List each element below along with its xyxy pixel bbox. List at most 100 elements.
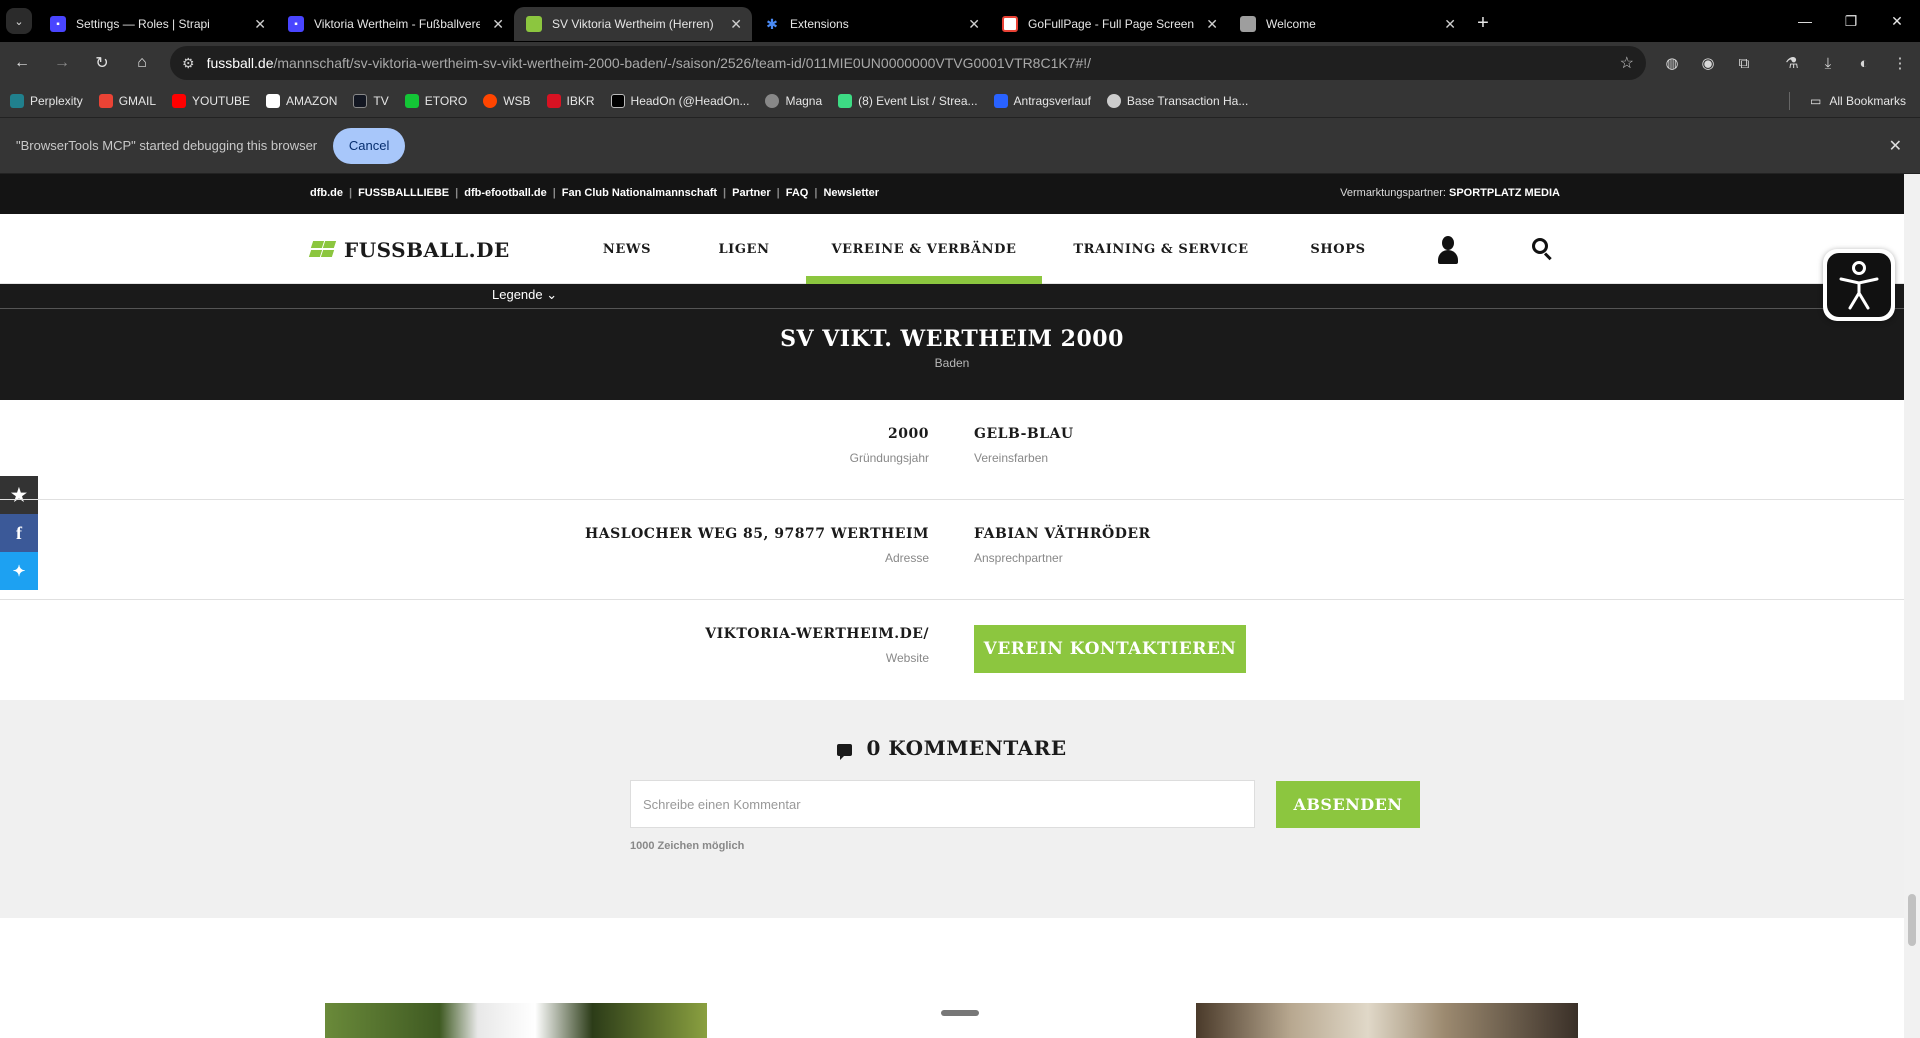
screenshot-camera-icon[interactable]: ◉: [1690, 45, 1726, 81]
top-links: dfb.de | FUSSBALLLIEBE | dfb-efootball.de |…: [310, 187, 880, 199]
page-scrollbar[interactable]: [1904, 174, 1920, 1038]
address-label: Adresse: [884, 551, 929, 565]
bookmark-youtube[interactable]: YOUTUBE: [172, 93, 250, 108]
menu-item-shops[interactable]: SHOPS: [1302, 214, 1374, 284]
amazon-icon: [266, 93, 281, 108]
browser-tab[interactable]: GoFullPage - Full Page Screen C ✕: [990, 7, 1228, 41]
extension-icons: ◍ ◉ ⧉ ⚗ ⤓ ◐ ⋮: [1654, 45, 1918, 81]
marketing-partner[interactable]: Vermarktungspartner: SPORTPLATZ MEDIA: [1340, 187, 1560, 199]
cancel-button[interactable]: Cancel: [333, 127, 406, 164]
camera-favicon-icon: [1002, 16, 1018, 32]
contact-person-value: FABIAN VÄTHRÖDER: [974, 526, 1151, 542]
download-icon[interactable]: ⤓: [1810, 45, 1846, 81]
close-icon[interactable]: ✕: [1444, 16, 1456, 33]
tab-title: Settings — Roles | Strapi: [76, 17, 210, 31]
top-link[interactable]: FAQ: [786, 187, 809, 199]
founded-label: Gründungsjahr: [849, 451, 929, 465]
top-link[interactable]: Partner: [732, 187, 771, 199]
site-logo[interactable]: FUSSBALL.DE: [308, 238, 510, 262]
browser-tab[interactable]: ▪ Viktoria Wertheim - Fußballverei ✕: [276, 7, 514, 41]
top-link[interactable]: dfb.de: [310, 187, 343, 199]
top-link[interactable]: FUSSBALLLIEBE: [358, 187, 449, 199]
comment-input[interactable]: [630, 780, 1255, 828]
team-name: SV VIKT. WERTHEIM 2000: [780, 326, 1124, 352]
debugging-infobar: "BrowserTools MCP" started debugging thi…: [0, 118, 1920, 174]
reddit-icon: [483, 93, 498, 108]
contact-club-button[interactable]: VEREIN KONTAKTIEREN: [974, 625, 1246, 673]
new-tab-button[interactable]: +: [1466, 6, 1500, 40]
news-image[interactable]: [325, 1003, 707, 1038]
user-icon[interactable]: [1436, 236, 1460, 264]
bookmark-tv[interactable]: TV: [353, 93, 389, 108]
folder-icon: ▭: [1809, 94, 1822, 108]
team-region: Baden: [934, 356, 970, 370]
news-image[interactable]: [1196, 1003, 1578, 1038]
reload-icon[interactable]: ↻: [84, 45, 120, 81]
bookmark-antragsverlauf[interactable]: Antragsverlauf: [993, 93, 1091, 108]
all-bookmarks-button[interactable]: ▭ All Bookmarks: [1810, 84, 1906, 118]
bookmark-headon[interactable]: HeadOn (@HeadOn...: [610, 93, 749, 108]
fussball-favicon-icon: [526, 16, 542, 32]
top-link[interactable]: Newsletter: [823, 187, 879, 199]
menu-item-vereine[interactable]: VEREINE & VERBÄNDE: [806, 214, 1042, 284]
back-arrow-icon[interactable]: ←: [4, 45, 40, 81]
bookmark-base-transaction[interactable]: Base Transaction Ha...: [1106, 93, 1248, 108]
menu-item-training[interactable]: TRAINING & SERVICE: [1070, 214, 1252, 284]
chevron-down-icon: ⌄: [6, 8, 32, 34]
close-icon[interactable]: ✕: [1206, 16, 1218, 33]
website-link[interactable]: VIKTORIA-WERTHEIM.DE/: [705, 626, 929, 642]
bookmark-gmail[interactable]: GMAIL: [98, 93, 156, 108]
close-icon[interactable]: ✕: [730, 16, 742, 33]
bookmark-star-icon[interactable]: ☆: [1620, 53, 1634, 73]
address-bar[interactable]: ⚙ fussball.de/mannschaft/sv-viktoria-wer…: [170, 46, 1646, 80]
minimize-icon[interactable]: —: [1782, 0, 1828, 42]
carousel-indicator[interactable]: [941, 1010, 979, 1016]
site-info-icon[interactable]: ⚙: [182, 55, 195, 72]
close-icon[interactable]: ✕: [492, 16, 504, 33]
bookmarks-divider: [1789, 92, 1790, 110]
camera-favicon-icon: [1240, 16, 1256, 32]
legende-toggle[interactable]: Legende ⌄: [492, 287, 557, 303]
browser-tab-active[interactable]: SV Viktoria Wertheim (Herren) ✕: [514, 7, 752, 41]
base-icon: [1106, 93, 1121, 108]
tab-search-button[interactable]: ⌄: [0, 0, 38, 42]
menu-dots-icon[interactable]: ⋮: [1882, 45, 1918, 81]
bookmark-event-list[interactable]: (8) Event List / Strea...: [838, 93, 978, 108]
menu-item-news[interactable]: NEWS: [588, 214, 666, 284]
search-icon[interactable]: [1532, 238, 1554, 261]
accessibility-icon: [1827, 253, 1891, 317]
browser-tab[interactable]: ▪ Settings — Roles | Strapi ✕: [38, 7, 276, 41]
labs-flask-icon[interactable]: ⚗: [1774, 45, 1810, 81]
top-link[interactable]: dfb-efootball.de: [464, 187, 547, 199]
close-icon[interactable]: ✕: [254, 16, 266, 33]
home-icon[interactable]: ⌂: [124, 45, 160, 81]
comments-title: 0 KOMMENTARE: [0, 736, 1904, 760]
close-window-icon[interactable]: ✕: [1874, 0, 1920, 42]
scrollbar-thumb[interactable]: [1908, 894, 1916, 946]
browser-tab[interactable]: Welcome ✕: [1228, 7, 1466, 41]
extension-icon[interactable]: ◍: [1654, 45, 1690, 81]
browser-tab[interactable]: ✱ Extensions ✕: [752, 7, 990, 41]
forward-arrow-icon[interactable]: →: [44, 45, 80, 81]
etoro-icon: [404, 93, 419, 108]
url-text[interactable]: fussball.de/mannschaft/sv-viktoria-werth…: [207, 55, 1608, 71]
bookmark-etoro[interactable]: ETORO: [404, 93, 467, 108]
menu-item-ligen[interactable]: LIGEN: [706, 214, 782, 284]
restore-icon[interactable]: ❐: [1828, 0, 1874, 42]
profile-avatar-icon[interactable]: ◐: [1846, 45, 1882, 81]
bookmark-amazon[interactable]: AMAZON: [266, 93, 337, 108]
bookmark-wsb[interactable]: WSB: [483, 93, 531, 108]
top-link[interactable]: Fan Club Nationalmannschaft: [562, 187, 717, 199]
close-icon[interactable]: ✕: [968, 16, 980, 33]
address-value: HASLOCHER WEG 85, 97877 WERTHEIM: [585, 526, 929, 542]
bookmark-magna[interactable]: Magna: [765, 93, 822, 108]
bookmark-perplexity[interactable]: Perplexity: [10, 93, 83, 108]
strapi-favicon-icon: ▪: [50, 16, 66, 32]
strapi-favicon-icon: ▪: [288, 16, 304, 32]
bookmark-ibkr[interactable]: IBKR: [546, 93, 595, 108]
submit-comment-button[interactable]: ABSENDEN: [1276, 781, 1420, 828]
extensions-puzzle-icon[interactable]: ⧉: [1726, 45, 1762, 81]
close-icon[interactable]: ✕: [1889, 136, 1902, 156]
chevron-down-icon: ⌄: [546, 287, 558, 302]
accessibility-button[interactable]: [1823, 249, 1895, 321]
